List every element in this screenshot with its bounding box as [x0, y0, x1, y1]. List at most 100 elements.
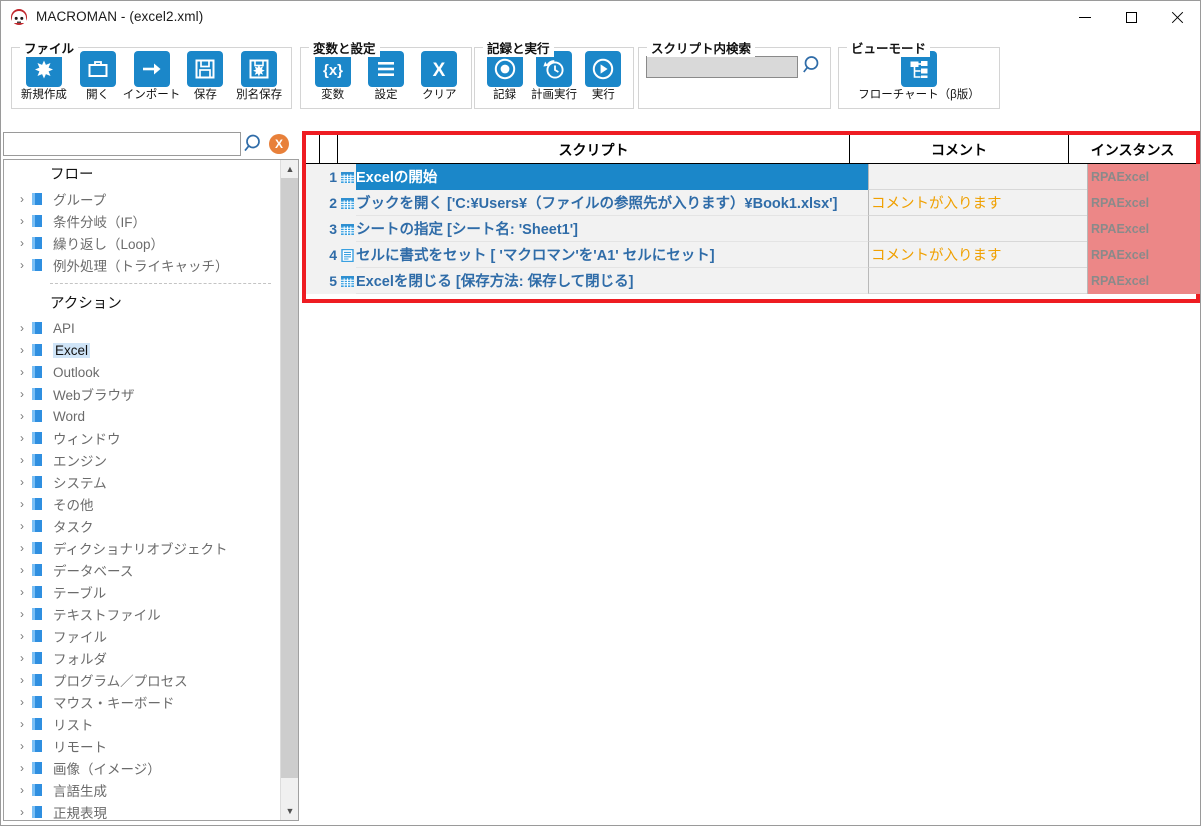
- scroll-up-icon[interactable]: ▲: [281, 160, 298, 178]
- import-button[interactable]: インポート: [123, 51, 180, 102]
- tree-item-[interactable]: › ディクショナリオブジェクト: [4, 537, 281, 559]
- chevron-right-icon[interactable]: ›: [14, 761, 30, 775]
- tree-item-[interactable]: › リスト: [4, 713, 281, 735]
- cell-script[interactable]: セルに書式をセット [ 'マクロマン'を'A1' セルにセット]: [356, 242, 868, 268]
- cell-comment[interactable]: [868, 268, 1087, 294]
- column-header-blank-2[interactable]: [320, 135, 338, 164]
- chevron-right-icon[interactable]: ›: [14, 717, 30, 731]
- chevron-right-icon[interactable]: ›: [14, 783, 30, 797]
- tree-item-[interactable]: › ファイル: [4, 625, 281, 647]
- tree-item-if[interactable]: › 条件分岐（IF）: [4, 210, 281, 232]
- tree-item-[interactable]: › ウィンドウ: [4, 427, 281, 449]
- tree-item-outlook[interactable]: › Outlook: [4, 361, 281, 383]
- tree-item-[interactable]: › システム: [4, 471, 281, 493]
- cell-script[interactable]: ブックを開く ['C:¥Users¥（ファイルの参照先が入ります）¥Book1.…: [356, 190, 868, 216]
- tree-item-web[interactable]: › Webブラウザ: [4, 383, 281, 405]
- schedule-run-button[interactable]: 計画実行: [530, 51, 577, 102]
- open-button[interactable]: 開く: [72, 51, 124, 102]
- tree-item-[interactable]: › テキストファイル: [4, 603, 281, 625]
- tree-item-[interactable]: › 言語生成: [4, 779, 281, 801]
- tree-item-[interactable]: › 正規表現: [4, 801, 281, 820]
- tree-item-[interactable]: › タスク: [4, 515, 281, 537]
- chevron-right-icon[interactable]: ›: [14, 695, 30, 709]
- chevron-right-icon[interactable]: ›: [14, 409, 30, 423]
- maximize-button[interactable]: [1108, 1, 1154, 33]
- column-header-comment[interactable]: コメント: [850, 135, 1069, 164]
- clear-button[interactable]: X クリア: [414, 51, 465, 102]
- chevron-right-icon[interactable]: ›: [14, 497, 30, 511]
- tree-item-excel[interactable]: › Excel: [4, 339, 281, 361]
- cell-comment[interactable]: [868, 216, 1087, 242]
- table-row[interactable]: 5 Excelを閉じる [保存方法: 保存して閉じる] RPAExcel: [306, 268, 1200, 294]
- record-button[interactable]: 記録: [481, 51, 528, 102]
- scrollbar-thumb[interactable]: [281, 178, 298, 778]
- cell-instance[interactable]: RPAExcel: [1087, 190, 1200, 216]
- cell-comment[interactable]: [868, 164, 1087, 190]
- cell-script[interactable]: シートの指定 [シート名: 'Sheet1']: [356, 216, 868, 242]
- chevron-right-icon[interactable]: ›: [14, 739, 30, 753]
- chevron-right-icon[interactable]: ›: [14, 607, 30, 621]
- cell-instance[interactable]: RPAExcel: [1087, 164, 1200, 190]
- chevron-right-icon[interactable]: ›: [14, 192, 30, 206]
- tree-item-[interactable]: › プログラム／プロセス: [4, 669, 281, 691]
- settings-button[interactable]: 設定: [360, 51, 411, 102]
- cell-script[interactable]: Excelの開始: [356, 164, 868, 190]
- tree-item-[interactable]: › テーブル: [4, 581, 281, 603]
- tree-item-loop[interactable]: › 繰り返し（Loop）: [4, 232, 281, 254]
- chevron-right-icon[interactable]: ›: [14, 236, 30, 250]
- new-file-button[interactable]: 新規作成: [18, 51, 70, 102]
- cell-comment[interactable]: コメントが入ります: [868, 190, 1087, 216]
- cell-comment[interactable]: コメントが入ります: [868, 242, 1087, 268]
- sidebar-search-input[interactable]: [3, 131, 241, 156]
- chevron-right-icon[interactable]: ›: [14, 431, 30, 445]
- chevron-right-icon[interactable]: ›: [14, 475, 30, 489]
- sidebar-scrollbar[interactable]: ▲ ▼: [280, 160, 298, 820]
- tree-item-trycatch[interactable]: › 例外処理（トライキャッチ）: [4, 254, 281, 276]
- tree-item-[interactable]: › その他: [4, 493, 281, 515]
- chevron-right-icon[interactable]: ›: [14, 365, 30, 379]
- script-search-input[interactable]: [646, 56, 798, 78]
- tree-item-[interactable]: › フォルダ: [4, 647, 281, 669]
- chevron-right-icon[interactable]: ›: [14, 453, 30, 467]
- column-header-script[interactable]: スクリプト: [338, 135, 850, 164]
- chevron-right-icon[interactable]: ›: [14, 673, 30, 687]
- chevron-right-icon[interactable]: ›: [14, 805, 30, 819]
- chevron-right-icon[interactable]: ›: [14, 585, 30, 599]
- tree-item-[interactable]: › エンジン: [4, 449, 281, 471]
- chevron-right-icon[interactable]: ›: [14, 321, 30, 335]
- tree-item-[interactable]: › 画像（イメージ）: [4, 757, 281, 779]
- table-row[interactable]: 1 Excelの開始 RPAExcel: [306, 164, 1200, 190]
- sidebar-clear-button[interactable]: X: [269, 133, 289, 154]
- chevron-right-icon[interactable]: ›: [14, 563, 30, 577]
- tree-item-[interactable]: › リモート: [4, 735, 281, 757]
- cell-instance[interactable]: RPAExcel: [1087, 268, 1200, 294]
- table-row[interactable]: 4 セルに書式をセット [ 'マクロマン'を'A1' セルにセット] コメントが入り…: [306, 242, 1200, 268]
- chevron-right-icon[interactable]: ›: [14, 214, 30, 228]
- save-button[interactable]: 保存: [180, 51, 232, 102]
- save-as-button[interactable]: 別名保存: [233, 51, 285, 102]
- tree-item-[interactable]: › データベース: [4, 559, 281, 581]
- tree-item-group[interactable]: › グループ: [4, 188, 281, 210]
- chevron-right-icon[interactable]: ›: [14, 629, 30, 643]
- run-button[interactable]: 実行: [580, 51, 627, 102]
- column-header-blank-1[interactable]: [306, 135, 320, 164]
- table-row[interactable]: 3 シートの指定 [シート名: 'Sheet1'] RPAExcel: [306, 216, 1200, 242]
- cell-instance[interactable]: RPAExcel: [1087, 242, 1200, 268]
- tree-item-api[interactable]: › API: [4, 317, 281, 339]
- chevron-right-icon[interactable]: ›: [14, 387, 30, 401]
- column-header-instance[interactable]: インスタンス: [1069, 135, 1196, 164]
- variables-button[interactable]: {x} 変数: [307, 51, 358, 102]
- tree-item-[interactable]: › マウス・キーボード: [4, 691, 281, 713]
- minimize-button[interactable]: [1062, 1, 1108, 33]
- chevron-right-icon[interactable]: ›: [14, 258, 30, 272]
- chevron-right-icon[interactable]: ›: [14, 651, 30, 665]
- chevron-right-icon[interactable]: ›: [14, 343, 30, 357]
- scroll-down-icon[interactable]: ▼: [281, 802, 298, 820]
- search-magnifier-icon[interactable]: [241, 132, 267, 156]
- cell-instance[interactable]: RPAExcel: [1087, 216, 1200, 242]
- search-magnifier-icon[interactable]: [802, 54, 824, 76]
- close-button[interactable]: [1154, 1, 1200, 33]
- tree-item-word[interactable]: › Word: [4, 405, 281, 427]
- chevron-right-icon[interactable]: ›: [14, 541, 30, 555]
- table-row[interactable]: 2 ブックを開く ['C:¥Users¥（ファイルの参照先が入ります）¥Book1…: [306, 190, 1200, 216]
